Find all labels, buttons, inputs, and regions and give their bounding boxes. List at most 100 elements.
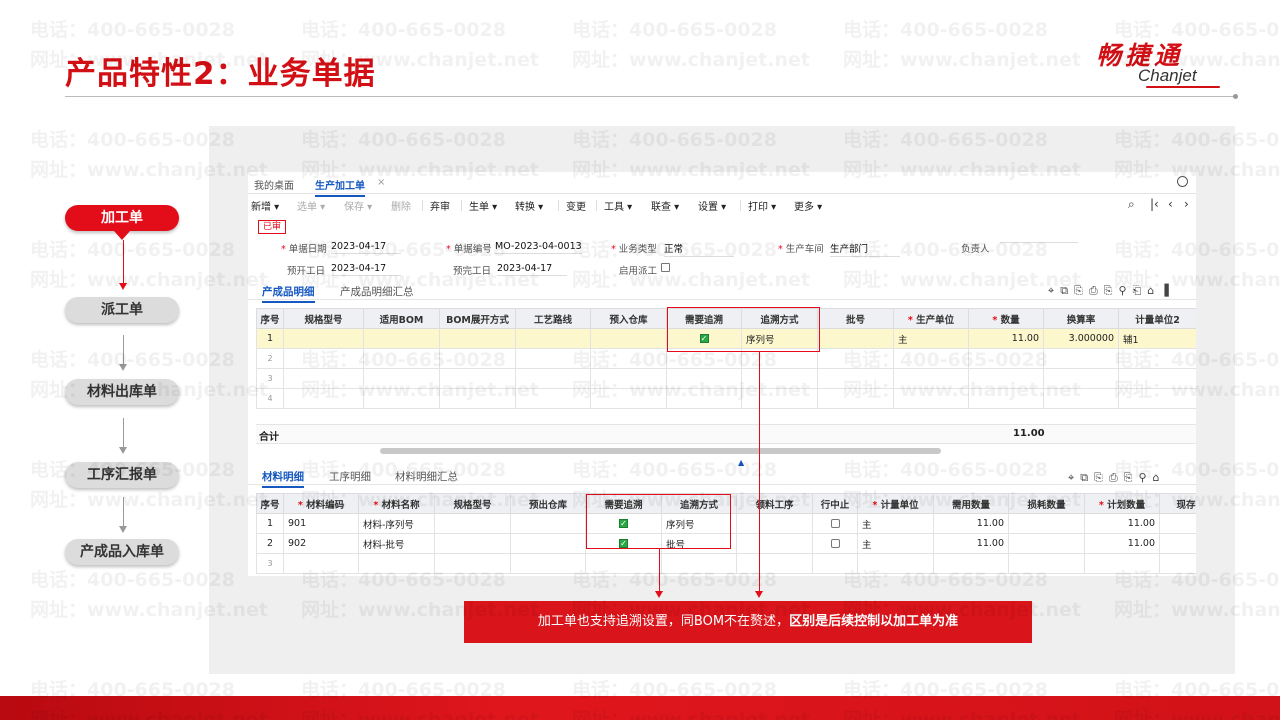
table-cell[interactable] — [590, 328, 667, 349]
need-qty-cell[interactable]: 11.00 — [933, 533, 1009, 554]
column-header[interactable]: 预入仓库 — [590, 308, 667, 329]
toolbar-tools-button[interactable]: 工具 ▾ — [604, 198, 632, 213]
table-cell[interactable] — [515, 328, 591, 349]
horizontal-scrollbar[interactable] — [380, 448, 941, 454]
column-header[interactable]: 规格型号 — [283, 308, 364, 329]
close-icon[interactable]: × — [377, 177, 385, 188]
column-header[interactable]: BOM展开方式 — [439, 308, 516, 329]
owner-field[interactable] — [1000, 241, 1078, 243]
column-header[interactable]: * 计划数量 — [1084, 493, 1160, 514]
table-cell[interactable] — [736, 513, 813, 534]
workshop-field[interactable]: 生产部门 — [830, 241, 900, 257]
search-icon[interactable] — [1177, 176, 1188, 187]
table-row[interactable]: 3 — [256, 553, 1196, 574]
column-header[interactable]: 序号 — [256, 493, 284, 514]
column-header[interactable]: 批号 — [817, 308, 894, 329]
grid-tool-icons[interactable]: ⌖⧉⎘⎙⎘⚲⌂ — [1068, 471, 1166, 485]
grid-tool-icons[interactable]: ⌖⧉⎘⎙⎘⚲⎗⌂▐ — [1048, 284, 1175, 298]
table-row[interactable]: 1 901 材料-序列号 ✓ 序列号 主 11.00 11.00 — [256, 513, 1196, 534]
toolbar-print-button[interactable]: 打印 ▾ — [748, 198, 776, 213]
column-header[interactable]: 追溯方式 — [741, 308, 818, 329]
need-qty-cell[interactable]: 11.00 — [933, 513, 1009, 534]
table-cell[interactable] — [510, 513, 586, 534]
column-header[interactable]: * 生产单位 — [893, 308, 969, 329]
trace-method-cell[interactable]: 序列号 — [741, 328, 818, 349]
column-header[interactable]: 需要追溯 — [585, 493, 662, 514]
tab-product-detail[interactable]: 产成品明细 — [262, 284, 315, 303]
tab-product-summary[interactable]: 产成品明细汇总 — [340, 284, 414, 299]
checked-checkbox-icon[interactable]: ✓ — [619, 539, 628, 548]
tab-operation-detail[interactable]: 工序明细 — [329, 469, 371, 484]
dispatch-checkbox[interactable] — [661, 263, 670, 272]
row-stop-cell[interactable] — [812, 533, 858, 554]
unit-cell[interactable]: 主 — [893, 328, 969, 349]
first-record-icon[interactable]: |‹ — [1150, 197, 1159, 211]
column-header[interactable]: * 材料名称 — [358, 493, 435, 514]
table-row[interactable]: 3 — [256, 368, 1196, 389]
tab-material-summary[interactable]: 材料明细汇总 — [395, 469, 458, 484]
checked-checkbox-icon[interactable]: ✓ — [699, 334, 709, 343]
table-cell[interactable] — [434, 513, 511, 534]
column-header[interactable]: 追溯方式 — [661, 493, 737, 514]
prev-record-icon[interactable]: ‹ — [1168, 197, 1173, 211]
trace-method-cell[interactable]: 批号 — [661, 533, 737, 554]
toolbar-save-button[interactable]: 保存 ▾ — [344, 198, 372, 213]
column-header[interactable]: * 数量 — [968, 308, 1044, 329]
trace-checkbox-cell[interactable]: ✓ — [666, 328, 742, 349]
unit-cell[interactable]: 主 — [857, 533, 934, 554]
column-header[interactable]: 工艺路线 — [515, 308, 591, 329]
qty-cell[interactable]: 11.00 — [968, 328, 1044, 349]
plan-end-field[interactable]: 2023-04-17 — [497, 263, 567, 276]
table-cell[interactable] — [1159, 513, 1196, 534]
unit-cell[interactable]: 主 — [857, 513, 934, 534]
toolbar-settings-button[interactable]: 设置 ▾ — [698, 198, 726, 213]
plan-start-field[interactable]: 2023-04-17 — [331, 263, 401, 276]
column-header[interactable]: 换算率 — [1043, 308, 1119, 329]
trace-method-cell[interactable]: 序列号 — [661, 513, 737, 534]
column-header[interactable]: 序号 — [256, 308, 284, 329]
material-name-cell[interactable]: 材料-序列号 — [358, 513, 435, 534]
biz-type-field[interactable]: 正常 — [664, 241, 734, 257]
table-row[interactable]: 2 902 材料-批号 ✓ 批号 主 11.00 11.00 — [256, 533, 1196, 554]
table-cell[interactable] — [1008, 513, 1085, 534]
table-cell[interactable] — [363, 328, 440, 349]
tab-work-order[interactable]: 生产加工单 — [315, 177, 365, 197]
toolbar-delete-button[interactable]: 删除 — [391, 198, 411, 213]
column-header[interactable]: 领料工序 — [736, 493, 813, 514]
search-doc-icon[interactable]: ⌕ — [1128, 197, 1135, 212]
trace-checkbox-cell[interactable]: ✓ — [585, 513, 662, 534]
toolbar-generate-button[interactable]: 生单 ▾ — [469, 198, 497, 213]
column-header[interactable]: 需要追溯 — [666, 308, 742, 329]
table-cell[interactable] — [439, 328, 516, 349]
column-header[interactable]: 预出仓库 — [510, 493, 586, 514]
toolbar-select-button[interactable]: 选单 ▾ — [297, 198, 325, 213]
plan-qty-cell[interactable]: 11.00 — [1084, 533, 1160, 554]
plan-qty-cell[interactable]: 11.00 — [1084, 513, 1160, 534]
doc-date-field[interactable]: 2023-04-17 — [331, 241, 401, 254]
table-cell[interactable] — [1008, 533, 1085, 554]
doc-no-field[interactable]: MO-2023-04-0013 — [495, 241, 582, 254]
table-cell[interactable] — [510, 533, 586, 554]
toolbar-more-button[interactable]: 更多 ▾ — [794, 198, 822, 213]
checked-checkbox-icon[interactable]: ✓ — [619, 519, 628, 528]
rate-cell[interactable]: 3.000000 — [1043, 328, 1119, 349]
column-header[interactable]: 规格型号 — [434, 493, 511, 514]
next-record-icon[interactable]: › — [1184, 197, 1189, 211]
table-cell[interactable] — [283, 328, 364, 349]
row-stop-checkbox[interactable] — [830, 539, 840, 548]
toolbar-unaudit-button[interactable]: 弃审 — [430, 198, 450, 213]
collapse-handle-icon[interactable]: ▲ — [738, 458, 744, 467]
material-name-cell[interactable]: 材料-批号 — [358, 533, 435, 554]
column-header[interactable]: 需用数量 — [933, 493, 1009, 514]
table-row[interactable]: 1 ✓ 序列号 主 11.00 3.000000 辅1 — [256, 328, 1196, 349]
table-cell[interactable] — [1159, 533, 1196, 554]
tab-material-detail[interactable]: 材料明细 — [262, 469, 304, 488]
toolbar-new-button[interactable]: 新增 ▾ — [251, 198, 279, 213]
toolbar-change-button[interactable]: 变更 — [566, 198, 586, 213]
table-cell[interactable] — [434, 533, 511, 554]
toolbar-link-button[interactable]: 联查 ▾ — [651, 198, 679, 213]
material-code-cell[interactable]: 901 — [283, 513, 359, 534]
table-row[interactable]: 2 — [256, 348, 1196, 369]
column-header[interactable]: 计量单位2 — [1118, 308, 1196, 329]
row-stop-checkbox[interactable] — [830, 519, 840, 528]
